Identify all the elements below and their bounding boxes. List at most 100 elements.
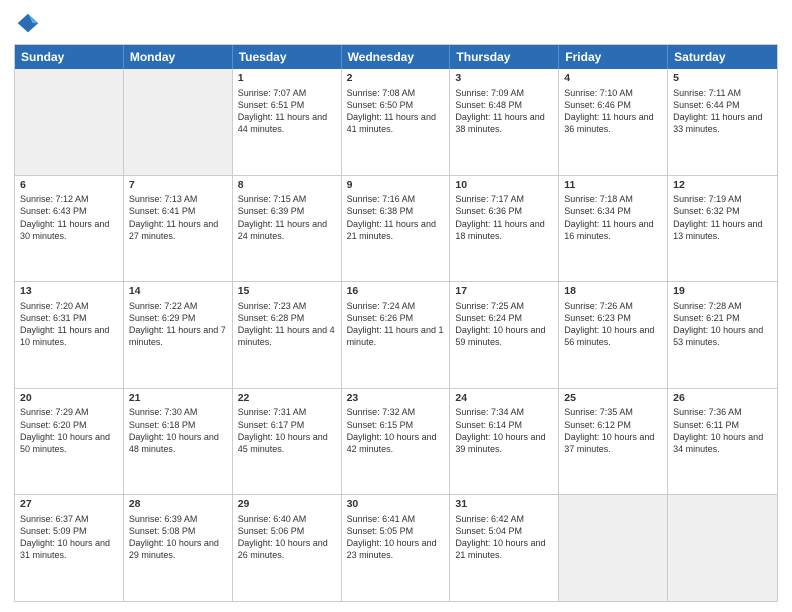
cell-details: Sunrise: 7:34 AM Sunset: 6:14 PM Dayligh… [455,406,553,455]
calendar-cell: 6Sunrise: 7:12 AM Sunset: 6:43 PM Daylig… [15,176,124,282]
calendar-cell: 13Sunrise: 7:20 AM Sunset: 6:31 PM Dayli… [15,282,124,388]
calendar-cell: 18Sunrise: 7:26 AM Sunset: 6:23 PM Dayli… [559,282,668,388]
cell-details: Sunrise: 7:07 AM Sunset: 6:51 PM Dayligh… [238,87,336,136]
day-number: 14 [129,285,227,299]
calendar-header-cell: Monday [124,45,233,69]
calendar-header-cell: Sunday [15,45,124,69]
cell-details: Sunrise: 7:17 AM Sunset: 6:36 PM Dayligh… [455,193,553,242]
cell-details: Sunrise: 7:12 AM Sunset: 6:43 PM Dayligh… [20,193,118,242]
calendar-cell: 7Sunrise: 7:13 AM Sunset: 6:41 PM Daylig… [124,176,233,282]
calendar-cell: 11Sunrise: 7:18 AM Sunset: 6:34 PM Dayli… [559,176,668,282]
cell-details: Sunrise: 7:28 AM Sunset: 6:21 PM Dayligh… [673,300,772,349]
calendar-cell: 23Sunrise: 7:32 AM Sunset: 6:15 PM Dayli… [342,389,451,495]
logo-icon [14,10,42,38]
day-number: 13 [20,285,118,299]
calendar-cell: 19Sunrise: 7:28 AM Sunset: 6:21 PM Dayli… [668,282,777,388]
day-number: 3 [455,72,553,86]
cell-details: Sunrise: 7:20 AM Sunset: 6:31 PM Dayligh… [20,300,118,349]
day-number: 4 [564,72,662,86]
calendar-header-cell: Friday [559,45,668,69]
calendar: SundayMondayTuesdayWednesdayThursdayFrid… [14,44,778,602]
day-number: 19 [673,285,772,299]
cell-details: Sunrise: 6:41 AM Sunset: 5:05 PM Dayligh… [347,513,445,562]
calendar-cell [15,69,124,175]
calendar-cell: 27Sunrise: 6:37 AM Sunset: 5:09 PM Dayli… [15,495,124,601]
calendar-cell: 8Sunrise: 7:15 AM Sunset: 6:39 PM Daylig… [233,176,342,282]
day-number: 18 [564,285,662,299]
calendar-cell: 3Sunrise: 7:09 AM Sunset: 6:48 PM Daylig… [450,69,559,175]
cell-details: Sunrise: 7:08 AM Sunset: 6:50 PM Dayligh… [347,87,445,136]
day-number: 5 [673,72,772,86]
calendar-cell: 16Sunrise: 7:24 AM Sunset: 6:26 PM Dayli… [342,282,451,388]
cell-details: Sunrise: 7:15 AM Sunset: 6:39 PM Dayligh… [238,193,336,242]
calendar-row: 13Sunrise: 7:20 AM Sunset: 6:31 PM Dayli… [15,281,777,388]
day-number: 1 [238,72,336,86]
cell-details: Sunrise: 6:42 AM Sunset: 5:04 PM Dayligh… [455,513,553,562]
day-number: 23 [347,392,445,406]
day-number: 15 [238,285,336,299]
cell-details: Sunrise: 7:31 AM Sunset: 6:17 PM Dayligh… [238,406,336,455]
day-number: 28 [129,498,227,512]
day-number: 30 [347,498,445,512]
calendar-row: 20Sunrise: 7:29 AM Sunset: 6:20 PM Dayli… [15,388,777,495]
calendar-cell: 26Sunrise: 7:36 AM Sunset: 6:11 PM Dayli… [668,389,777,495]
cell-details: Sunrise: 6:40 AM Sunset: 5:06 PM Dayligh… [238,513,336,562]
day-number: 27 [20,498,118,512]
day-number: 25 [564,392,662,406]
calendar-header-cell: Tuesday [233,45,342,69]
calendar-cell: 29Sunrise: 6:40 AM Sunset: 5:06 PM Dayli… [233,495,342,601]
day-number: 8 [238,179,336,193]
cell-details: Sunrise: 7:30 AM Sunset: 6:18 PM Dayligh… [129,406,227,455]
calendar-cell: 14Sunrise: 7:22 AM Sunset: 6:29 PM Dayli… [124,282,233,388]
calendar-cell: 15Sunrise: 7:23 AM Sunset: 6:28 PM Dayli… [233,282,342,388]
cell-details: Sunrise: 7:32 AM Sunset: 6:15 PM Dayligh… [347,406,445,455]
day-number: 11 [564,179,662,193]
calendar-row: 1Sunrise: 7:07 AM Sunset: 6:51 PM Daylig… [15,69,777,175]
day-number: 29 [238,498,336,512]
calendar-cell: 22Sunrise: 7:31 AM Sunset: 6:17 PM Dayli… [233,389,342,495]
calendar-header-cell: Thursday [450,45,559,69]
calendar-cell: 1Sunrise: 7:07 AM Sunset: 6:51 PM Daylig… [233,69,342,175]
cell-details: Sunrise: 7:11 AM Sunset: 6:44 PM Dayligh… [673,87,772,136]
calendar-cell: 28Sunrise: 6:39 AM Sunset: 5:08 PM Dayli… [124,495,233,601]
calendar-cell: 30Sunrise: 6:41 AM Sunset: 5:05 PM Dayli… [342,495,451,601]
logo [14,10,46,38]
calendar-cell: 20Sunrise: 7:29 AM Sunset: 6:20 PM Dayli… [15,389,124,495]
cell-details: Sunrise: 6:37 AM Sunset: 5:09 PM Dayligh… [20,513,118,562]
cell-details: Sunrise: 7:25 AM Sunset: 6:24 PM Dayligh… [455,300,553,349]
cell-details: Sunrise: 7:24 AM Sunset: 6:26 PM Dayligh… [347,300,445,349]
calendar-cell: 21Sunrise: 7:30 AM Sunset: 6:18 PM Dayli… [124,389,233,495]
day-number: 9 [347,179,445,193]
day-number: 7 [129,179,227,193]
cell-details: Sunrise: 6:39 AM Sunset: 5:08 PM Dayligh… [129,513,227,562]
calendar-cell: 5Sunrise: 7:11 AM Sunset: 6:44 PM Daylig… [668,69,777,175]
calendar-cell: 12Sunrise: 7:19 AM Sunset: 6:32 PM Dayli… [668,176,777,282]
cell-details: Sunrise: 7:23 AM Sunset: 6:28 PM Dayligh… [238,300,336,349]
day-number: 17 [455,285,553,299]
cell-details: Sunrise: 7:13 AM Sunset: 6:41 PM Dayligh… [129,193,227,242]
day-number: 12 [673,179,772,193]
day-number: 16 [347,285,445,299]
page: SundayMondayTuesdayWednesdayThursdayFrid… [0,0,792,612]
calendar-cell: 24Sunrise: 7:34 AM Sunset: 6:14 PM Dayli… [450,389,559,495]
calendar-cell: 31Sunrise: 6:42 AM Sunset: 5:04 PM Dayli… [450,495,559,601]
calendar-cell: 17Sunrise: 7:25 AM Sunset: 6:24 PM Dayli… [450,282,559,388]
calendar-header: SundayMondayTuesdayWednesdayThursdayFrid… [15,45,777,69]
calendar-header-cell: Saturday [668,45,777,69]
calendar-row: 27Sunrise: 6:37 AM Sunset: 5:09 PM Dayli… [15,494,777,601]
cell-details: Sunrise: 7:22 AM Sunset: 6:29 PM Dayligh… [129,300,227,349]
calendar-cell [124,69,233,175]
header [14,10,778,38]
day-number: 2 [347,72,445,86]
cell-details: Sunrise: 7:19 AM Sunset: 6:32 PM Dayligh… [673,193,772,242]
cell-details: Sunrise: 7:09 AM Sunset: 6:48 PM Dayligh… [455,87,553,136]
calendar-header-cell: Wednesday [342,45,451,69]
calendar-cell: 9Sunrise: 7:16 AM Sunset: 6:38 PM Daylig… [342,176,451,282]
cell-details: Sunrise: 7:16 AM Sunset: 6:38 PM Dayligh… [347,193,445,242]
calendar-cell [668,495,777,601]
calendar-row: 6Sunrise: 7:12 AM Sunset: 6:43 PM Daylig… [15,175,777,282]
day-number: 31 [455,498,553,512]
calendar-cell: 10Sunrise: 7:17 AM Sunset: 6:36 PM Dayli… [450,176,559,282]
cell-details: Sunrise: 7:10 AM Sunset: 6:46 PM Dayligh… [564,87,662,136]
day-number: 22 [238,392,336,406]
